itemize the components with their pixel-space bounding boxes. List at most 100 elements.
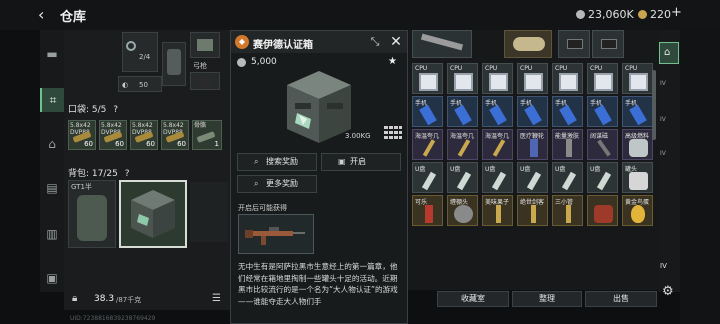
inventory-scrollbar[interactable] bbox=[652, 70, 656, 140]
search-reward-button[interactable]: ⌕ 搜索奖励 bbox=[237, 153, 317, 171]
stash-item[interactable]: CPU bbox=[482, 63, 513, 94]
stash-inventory: CPU CPU CPU CPU CPU CPU CPU 手机 手机 手机 手机 … bbox=[408, 30, 658, 290]
cpu-icon bbox=[489, 73, 508, 91]
settings-gear-icon[interactable]: ⚙ bbox=[662, 284, 674, 299]
equip-slot-helmet[interactable] bbox=[190, 72, 220, 90]
stash-item[interactable] bbox=[587, 195, 618, 226]
stash-item-fabric[interactable] bbox=[504, 30, 552, 58]
stash-item[interactable]: U盘 bbox=[552, 162, 583, 193]
stash-item[interactable]: U盘 bbox=[482, 162, 513, 193]
stash-item[interactable]: 手机 bbox=[552, 96, 583, 127]
size-grid-icon bbox=[384, 126, 402, 139]
stash-item[interactable]: CPU bbox=[552, 63, 583, 94]
add-currency-button[interactable]: + bbox=[671, 5, 682, 20]
stash-item[interactable]: U盘 bbox=[447, 162, 478, 193]
stash-item[interactable]: U盘 bbox=[587, 162, 618, 193]
stash-item[interactable]: 海温夸几 bbox=[412, 129, 443, 160]
rail-case[interactable]: ▣ bbox=[40, 266, 64, 290]
sort-button[interactable]: 整理 bbox=[512, 291, 582, 307]
equip-slot-armor-status[interactable]: ◐ 50 bbox=[118, 76, 162, 92]
stash-item[interactable]: 高级燃料 bbox=[622, 129, 653, 160]
pocket-slot-3[interactable]: 5.8x42 DVP88 60 bbox=[130, 120, 158, 150]
stash-item[interactable]: 手机 bbox=[587, 96, 618, 127]
favorite-star-icon[interactable]: ★ bbox=[388, 56, 397, 67]
reward-preview-item[interactable] bbox=[238, 214, 314, 254]
stash-item-camera-1[interactable] bbox=[558, 30, 590, 58]
stash-item[interactable]: U盘 bbox=[517, 162, 548, 193]
item-price: 5,000 bbox=[251, 57, 277, 67]
favorites-button[interactable]: 收藏室 bbox=[437, 291, 509, 307]
stash-item[interactable]: 医疗鞭轮 bbox=[517, 129, 548, 160]
cola-icon bbox=[425, 205, 433, 223]
stash-item[interactable]: 手机 bbox=[622, 96, 653, 127]
tab-iv-4[interactable]: IV bbox=[660, 262, 667, 270]
stash-item[interactable]: 海温夸几 bbox=[482, 129, 513, 160]
stash-item-camera-2[interactable] bbox=[592, 30, 624, 58]
coin-icon bbox=[237, 58, 246, 67]
stash-item[interactable]: CPU bbox=[447, 63, 478, 94]
cpu-icon bbox=[454, 73, 473, 91]
right-margin: ⚙ bbox=[662, 30, 720, 324]
pocket-slot-4[interactable]: 5.8x42 DVP88 60 bbox=[161, 120, 189, 150]
stash-item[interactable]: 绝世剑客 bbox=[517, 195, 548, 226]
more-rewards-button[interactable]: ⌕ 更多奖励 bbox=[237, 175, 317, 193]
stash-item[interactable]: 缠棚头 bbox=[447, 195, 478, 226]
stash-item[interactable]: 黄金鸟蛋 bbox=[622, 195, 653, 226]
usb-icon bbox=[421, 171, 437, 191]
tool-icon bbox=[597, 139, 611, 157]
stash-item[interactable]: U盘 bbox=[412, 162, 443, 193]
phone-icon bbox=[629, 104, 647, 126]
pocket-slot-1[interactable]: 5.8x42 DVP88 60 bbox=[68, 120, 96, 150]
cpu-icon bbox=[419, 73, 438, 91]
stash-item[interactable]: 手机 bbox=[517, 96, 548, 127]
pocket-slot-5[interactable]: 骨骼 1 bbox=[192, 120, 222, 150]
currency-premium: 220 bbox=[638, 8, 671, 21]
list-icon[interactable]: ☰ bbox=[212, 293, 221, 304]
stash-item-weapon[interactable] bbox=[412, 30, 472, 58]
rail-armor[interactable]: ▤ bbox=[40, 176, 64, 200]
relic-icon bbox=[594, 205, 613, 223]
stash-item[interactable]: 手机 bbox=[482, 96, 513, 127]
equip-slot-weapon[interactable]: 弓枪 bbox=[190, 32, 220, 70]
stash-item[interactable]: 三小管 bbox=[552, 195, 583, 226]
backpack-empty-area bbox=[190, 182, 228, 242]
stash-item[interactable]: CPU bbox=[517, 63, 548, 94]
vest-icon: ⌗ bbox=[49, 93, 57, 107]
phone-icon bbox=[489, 104, 507, 126]
stash-item[interactable]: 罐头 bbox=[622, 162, 653, 193]
stash-item[interactable]: CPU bbox=[622, 63, 653, 94]
rail-weapon[interactable]: ▬ bbox=[40, 42, 64, 66]
stash-item[interactable]: 海温夸几 bbox=[447, 129, 478, 160]
left-nav-rail: ▬ ⌗ ⌂ ▤ ▥ ▣ bbox=[40, 30, 64, 292]
stash-item[interactable]: 能量激肤 bbox=[552, 129, 583, 160]
sell-button[interactable]: 出售 bbox=[585, 291, 657, 307]
phone-icon bbox=[594, 104, 612, 126]
stash-item[interactable]: CPU bbox=[587, 63, 618, 94]
rail-helmet[interactable]: ⌂ bbox=[40, 132, 64, 156]
backpack-slot[interactable]: GT1半 bbox=[68, 180, 116, 248]
stash-item[interactable]: 手机 bbox=[412, 96, 443, 127]
pen-icon bbox=[422, 139, 436, 157]
stash-item[interactable]: 美味果子 bbox=[482, 195, 513, 226]
possible-rewards-label: 开启后可能获得 bbox=[238, 204, 287, 212]
backpack-selected-item[interactable] bbox=[119, 180, 187, 248]
stash-item[interactable]: 可乐 bbox=[412, 195, 443, 226]
stash-item[interactable]: CPU bbox=[412, 63, 443, 94]
equip-slot-vest[interactable] bbox=[162, 42, 186, 86]
tab-iv-3[interactable]: IV bbox=[660, 150, 666, 157]
equip-slot-rig[interactable]: 2/4 bbox=[122, 32, 158, 72]
back-button[interactable]: ‹ bbox=[38, 6, 52, 24]
tab-iv-2[interactable]: IV bbox=[660, 116, 666, 123]
search-icon: ⌕ bbox=[254, 179, 259, 188]
tab-iv-1[interactable]: IV bbox=[660, 80, 666, 87]
open-button[interactable]: ▣ 开启 bbox=[321, 153, 401, 171]
collapse-button[interactable]: ⤡ bbox=[367, 34, 383, 50]
pocket-slot-2[interactable]: 5.8x42 DVP88 60 bbox=[99, 120, 127, 150]
phone-icon bbox=[454, 104, 472, 126]
stash-item[interactable]: 手机 bbox=[447, 96, 478, 127]
rail-bag[interactable]: ▥ bbox=[40, 222, 64, 246]
tab-all[interactable]: ⌂ bbox=[659, 42, 679, 64]
stash-item[interactable]: 阔谋磁 bbox=[587, 129, 618, 160]
close-button[interactable]: ✕ bbox=[387, 33, 405, 51]
rail-gear[interactable]: ⌗ bbox=[40, 88, 64, 112]
